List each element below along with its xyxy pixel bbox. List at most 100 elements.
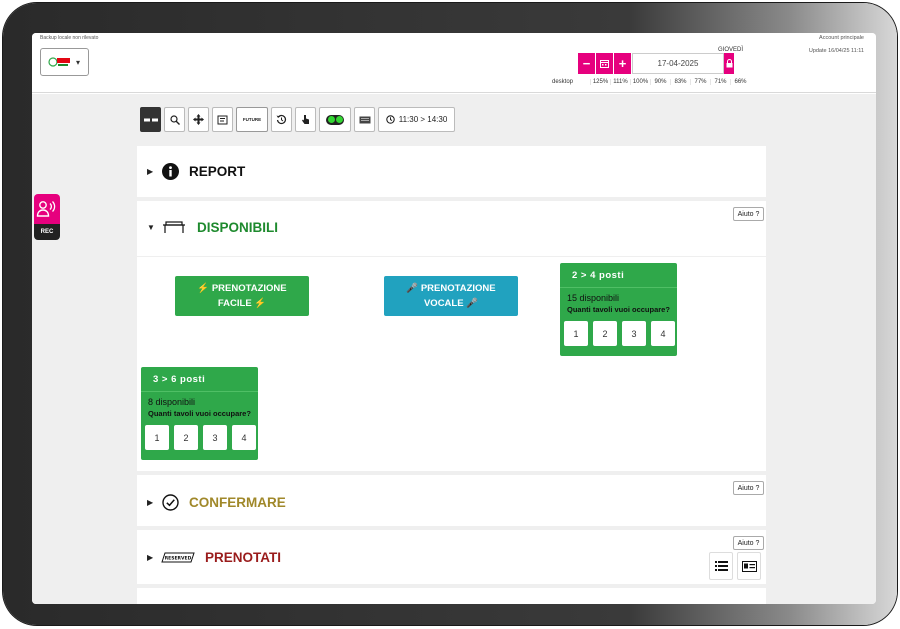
- content-area: FUTURE 11:30 > 14:30 REC ▶ REPORT Aiuto …: [32, 94, 876, 604]
- keyboard-icon: [359, 116, 370, 123]
- time-range-button[interactable]: 11:30 > 14:30: [378, 107, 455, 132]
- notes-icon: [217, 115, 228, 124]
- history-button[interactable]: [271, 107, 292, 132]
- previous-day-button[interactable]: −: [578, 53, 596, 74]
- section-disponibili: Aiuto ? ▼ DISPONIBILI ⚡ PRENOTAZIONE FAC…: [137, 201, 766, 475]
- info-icon: [161, 162, 179, 180]
- chevron-right-icon: ▶: [147, 166, 154, 176]
- list-view-button[interactable]: [709, 552, 733, 580]
- zoom-option[interactable]: 90%: [650, 79, 670, 85]
- easy-booking-line1: ⚡ PRENOTAZIONE: [197, 283, 287, 294]
- table-count-option[interactable]: 1: [145, 425, 169, 450]
- voice-booking-line2: VOCALE 🎤: [423, 298, 479, 309]
- pointer-button[interactable]: [295, 107, 316, 132]
- table-count-option[interactable]: 4: [232, 425, 256, 450]
- split-icon: [143, 118, 158, 121]
- seat-card-title: 3 > 6 posti: [141, 367, 258, 392]
- future-button[interactable]: FUTURE: [236, 107, 268, 132]
- calendar-icon: [600, 60, 609, 68]
- seat-card-available: 15 disponibili: [567, 293, 620, 303]
- help-button[interactable]: Aiuto ?: [733, 481, 764, 495]
- search-button[interactable]: [164, 107, 185, 132]
- section-confermare-header[interactable]: ▶ CONFERMARE: [147, 493, 286, 511]
- lock-icon: [726, 59, 732, 68]
- section-disponibili-title: DISPONIBILI: [197, 219, 279, 235]
- account-label[interactable]: Account principale: [819, 35, 864, 41]
- zoom-option[interactable]: 100%: [630, 79, 650, 85]
- seat-card-title: 2 > 4 posti: [560, 263, 677, 288]
- zoom-option[interactable]: 71%: [710, 79, 730, 85]
- table-count-option[interactable]: 3: [203, 425, 227, 450]
- logo-dropdown[interactable]: ▾: [40, 48, 89, 76]
- divider: [137, 256, 766, 257]
- table-count-option[interactable]: 2: [593, 321, 617, 346]
- seat-card-question: Quanti tavoli vuoi occupare?: [567, 305, 670, 314]
- list-icon: [714, 561, 728, 571]
- section-prenotati: Aiuto ? ▶ RESERVED PRENOTATI: [137, 530, 766, 588]
- zoom-option[interactable]: 77%: [690, 79, 710, 85]
- date-field[interactable]: 17-04-2025: [632, 53, 724, 74]
- clock-icon: [385, 115, 395, 124]
- check-circle-icon: [161, 493, 179, 511]
- tablet-frame: Backup locale non rilevato ▾ GIOVEDÌ − +…: [3, 3, 897, 625]
- voice-button[interactable]: [34, 194, 60, 224]
- table-count-option[interactable]: 4: [651, 321, 675, 346]
- layout-toggle-button[interactable]: [140, 107, 161, 132]
- voice-user-icon: [36, 201, 56, 217]
- help-button[interactable]: Aiuto ?: [733, 536, 764, 550]
- calendar-button[interactable]: [596, 53, 614, 74]
- keyboard-button[interactable]: [354, 107, 375, 132]
- table-icon: [161, 218, 187, 236]
- chevron-down-icon: ▼: [147, 222, 155, 232]
- card-view-button[interactable]: [737, 552, 761, 580]
- section-confermare: Aiuto ? ▶ CONFERMARE: [137, 475, 766, 530]
- reserved-icon: RESERVED: [161, 548, 195, 566]
- rec-label: REC: [34, 224, 60, 240]
- section-disponibili-header[interactable]: ▼ DISPONIBILI: [147, 218, 278, 236]
- zoom-option[interactable]: 83%: [670, 79, 690, 85]
- toggle-icon: [326, 114, 344, 125]
- date-control: − + 17-04-2025: [578, 53, 734, 74]
- move-icon: [193, 114, 204, 125]
- easy-booking-button[interactable]: ⚡ PRENOTAZIONE FACILE ⚡: [175, 276, 309, 316]
- history-icon: [276, 114, 286, 125]
- section-report: ▶ REPORT: [137, 146, 766, 201]
- table-count-option[interactable]: 2: [174, 425, 198, 450]
- search-icon: [169, 114, 180, 125]
- section-prenotati-header[interactable]: ▶ RESERVED PRENOTATI: [147, 548, 281, 566]
- seat-card: 2 > 4 posti 15 disponibili Quanti tavoli…: [560, 263, 677, 356]
- help-button[interactable]: Aiuto ?: [733, 207, 764, 221]
- status-toggle-button[interactable]: [319, 107, 351, 132]
- section-report-header[interactable]: ▶ REPORT: [147, 162, 245, 180]
- sections-panel: ▶ REPORT Aiuto ? ▼ DISPONIBILI ⚡ PRENOTA…: [137, 146, 766, 604]
- section-confermare-title: CONFERMARE: [189, 494, 286, 510]
- table-count-option[interactable]: 3: [622, 321, 646, 346]
- zoom-selector: desktop 125% 111% 100% 90% 83% 77% 71% 6…: [552, 79, 750, 85]
- table-count-options: 1 2 3 4: [560, 321, 677, 346]
- backup-status: Backup locale non rilevato: [40, 35, 99, 41]
- seat-card-question: Quanti tavoli vuoi occupare?: [148, 409, 251, 418]
- zoom-option[interactable]: 66%: [730, 79, 750, 85]
- seat-card: 3 > 6 posti 8 disponibili Quanti tavoli …: [141, 367, 258, 460]
- section-prenotati-title: PRENOTATI: [205, 549, 281, 565]
- next-day-button[interactable]: +: [614, 53, 632, 74]
- reserved-icon-text: RESERVED: [165, 555, 192, 561]
- chevron-right-icon: ▶: [147, 497, 154, 507]
- voice-booking-line1: 🎤 PRENOTAZIONE: [406, 283, 496, 294]
- easy-booking-line2: FACILE ⚡: [217, 298, 267, 309]
- lock-button[interactable]: [724, 53, 734, 74]
- voice-recorder[interactable]: REC: [34, 194, 60, 240]
- chevron-down-icon: ▾: [76, 58, 81, 67]
- logo-icon: [48, 57, 70, 67]
- update-label: Update 16/04/25 11:11: [808, 48, 864, 54]
- top-bar: Backup locale non rilevato ▾ GIOVEDÌ − +…: [32, 33, 876, 93]
- notes-button[interactable]: [212, 107, 233, 132]
- chevron-right-icon: ▶: [147, 552, 154, 562]
- zoom-option[interactable]: 125%: [590, 79, 610, 85]
- zoom-option[interactable]: 111%: [610, 79, 630, 85]
- voice-booking-button[interactable]: 🎤 PRENOTAZIONE VOCALE 🎤: [384, 276, 518, 316]
- time-range-label: 11:30 > 14:30: [398, 115, 448, 124]
- app-screen: Backup locale non rilevato ▾ GIOVEDÌ − +…: [32, 33, 876, 604]
- table-count-option[interactable]: 1: [564, 321, 588, 346]
- move-button[interactable]: [188, 107, 209, 132]
